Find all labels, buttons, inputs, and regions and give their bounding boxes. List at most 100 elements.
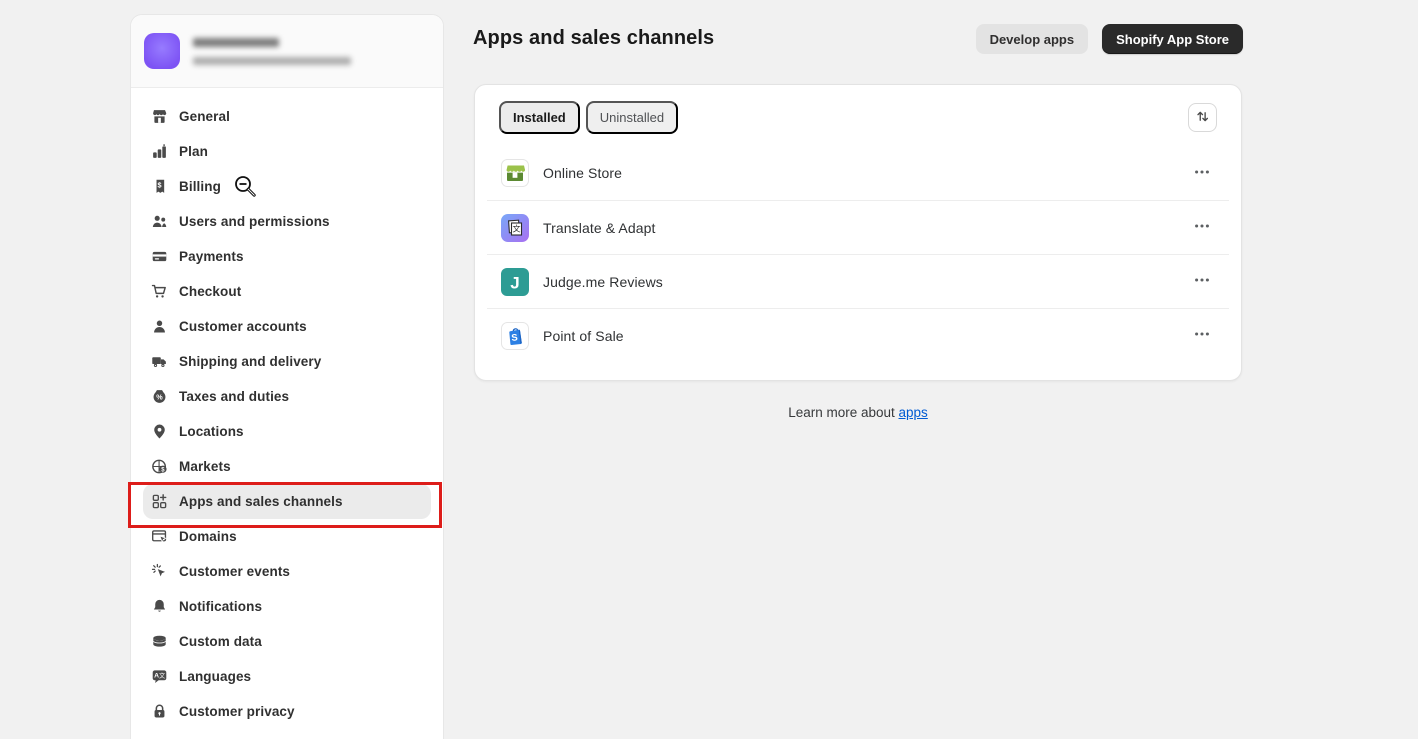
sidebar-item-label: Billing: [179, 179, 221, 194]
tab-installed[interactable]: Installed: [499, 101, 580, 134]
app-row-online-store[interactable]: Online Store: [487, 146, 1229, 200]
sidebar-item-label: Markets: [179, 459, 231, 474]
svg-text:$: $: [157, 181, 161, 190]
browser-cursor-icon: [151, 528, 168, 545]
svg-text:文: 文: [159, 672, 165, 680]
sidebar-item-label: Checkout: [179, 284, 241, 299]
sidebar-item-label: Payments: [179, 249, 244, 264]
sidebar-item-locations[interactable]: Locations: [143, 414, 431, 449]
ellipsis-icon: [1193, 271, 1211, 292]
app-row-judgeme-reviews[interactable]: J Judge.me Reviews: [487, 254, 1229, 308]
sidebar-item-label: Customer events: [179, 564, 290, 579]
svg-text:文: 文: [513, 223, 521, 233]
sidebar-item-billing[interactable]: $ Billing: [143, 169, 431, 204]
apps-grid-plus-icon: [151, 493, 168, 510]
svg-text:%: %: [156, 392, 163, 401]
sidebar-item-customer-events[interactable]: Customer events: [143, 554, 431, 589]
tab-uninstalled[interactable]: Uninstalled: [586, 101, 678, 134]
sidebar-item-markets[interactable]: $ Markets: [143, 449, 431, 484]
sidebar-item-payments[interactable]: Payments: [143, 239, 431, 274]
row-menu-button[interactable]: [1189, 325, 1215, 347]
header-actions: Develop apps Shopify App Store: [976, 24, 1243, 54]
sidebar-item-languages[interactable]: A文 Languages: [143, 659, 431, 694]
sidebar-item-label: Languages: [179, 669, 251, 684]
cursor-sparks-icon: [151, 563, 168, 580]
settings-sidebar: General Plan $ Billing Users and permiss…: [130, 14, 444, 739]
online-store-icon: [501, 159, 529, 187]
sidebar-item-label: Locations: [179, 424, 244, 439]
database-icon: [151, 633, 168, 650]
store-domain-redacted: [193, 57, 351, 65]
ellipsis-icon: [1193, 163, 1211, 184]
cart-icon: [151, 283, 168, 300]
sidebar-item-label: Taxes and duties: [179, 389, 289, 404]
point-of-sale-icon: S: [501, 322, 529, 350]
sort-arrows-icon: [1195, 109, 1210, 127]
store-avatar: [144, 33, 180, 69]
sidebar-item-taxes-and-duties[interactable]: % Taxes and duties: [143, 379, 431, 414]
sidebar-item-label: Users and permissions: [179, 214, 330, 229]
judgeme-icon: J: [501, 268, 529, 296]
plan-chart-icon: [151, 143, 168, 160]
person-icon: [151, 318, 168, 335]
sidebar-item-checkout[interactable]: Checkout: [143, 274, 431, 309]
receipt-icon: $: [151, 178, 168, 195]
card-icon: [151, 248, 168, 265]
sidebar-item-label: Custom data: [179, 634, 262, 649]
app-row-translate-adapt[interactable]: 文 Translate & Adapt: [487, 200, 1229, 254]
sidebar-nav: General Plan $ Billing Users and permiss…: [131, 88, 443, 729]
sidebar-item-domains[interactable]: Domains: [143, 519, 431, 554]
sidebar-item-label: Domains: [179, 529, 237, 544]
sort-button[interactable]: [1188, 103, 1217, 132]
store-header[interactable]: [131, 15, 443, 88]
sidebar-item-label: Shipping and delivery: [179, 354, 321, 369]
sidebar-item-label: Customer privacy: [179, 704, 295, 719]
sidebar-item-label: General: [179, 109, 230, 124]
ellipsis-icon: [1193, 217, 1211, 238]
row-menu-button[interactable]: [1189, 162, 1215, 184]
store-icon: [151, 108, 168, 125]
sidebar-item-customer-privacy[interactable]: Customer privacy: [143, 694, 431, 729]
app-name: Online Store: [543, 165, 622, 181]
svg-text:S: S: [511, 332, 518, 344]
globe-dollar-icon: $: [151, 458, 168, 475]
page-title: Apps and sales channels: [473, 27, 714, 50]
percent-icon: %: [151, 388, 168, 405]
store-info-redacted: [193, 38, 351, 65]
ellipsis-icon: [1193, 325, 1211, 346]
translate-adapt-icon: 文: [501, 214, 529, 242]
app-name: Translate & Adapt: [543, 220, 655, 236]
app-name: Point of Sale: [543, 328, 624, 344]
app-name: Judge.me Reviews: [543, 274, 663, 290]
sidebar-item-plan[interactable]: Plan: [143, 134, 431, 169]
row-menu-button[interactable]: [1189, 217, 1215, 239]
learn-more-text: Learn more about apps: [474, 405, 1242, 420]
apps-card: Installed Uninstalled Online Store 文 Tra…: [474, 84, 1242, 381]
sidebar-item-customer-accounts[interactable]: Customer accounts: [143, 309, 431, 344]
truck-icon: [151, 353, 168, 370]
sidebar-item-custom-data[interactable]: Custom data: [143, 624, 431, 659]
sidebar-item-users-and-permissions[interactable]: Users and permissions: [143, 204, 431, 239]
apps-link[interactable]: apps: [899, 405, 928, 420]
bell-icon: [151, 598, 168, 615]
develop-apps-button[interactable]: Develop apps: [976, 24, 1089, 54]
sidebar-item-general[interactable]: General: [143, 99, 431, 134]
sidebar-item-label: Customer accounts: [179, 319, 307, 334]
users-icon: [151, 213, 168, 230]
pin-icon: [151, 423, 168, 440]
sidebar-item-label: Apps and sales channels: [179, 494, 343, 509]
row-menu-button[interactable]: [1189, 271, 1215, 293]
shopify-app-store-button[interactable]: Shopify App Store: [1102, 24, 1243, 54]
svg-text:J: J: [510, 273, 519, 292]
sidebar-item-apps-and-sales-channels[interactable]: Apps and sales channels: [143, 484, 431, 519]
settings-page: General Plan $ Billing Users and permiss…: [0, 0, 1418, 739]
translate-bubble-icon: A文: [151, 668, 168, 685]
store-name-redacted: [193, 38, 279, 47]
learn-more-label: Learn more about: [788, 405, 898, 420]
sidebar-item-label: Notifications: [179, 599, 262, 614]
sidebar-item-shipping-and-delivery[interactable]: Shipping and delivery: [143, 344, 431, 379]
sidebar-item-label: Plan: [179, 144, 208, 159]
sidebar-item-notifications[interactable]: Notifications: [143, 589, 431, 624]
lock-icon: [151, 703, 168, 720]
app-row-point-of-sale[interactable]: S Point of Sale: [487, 308, 1229, 362]
